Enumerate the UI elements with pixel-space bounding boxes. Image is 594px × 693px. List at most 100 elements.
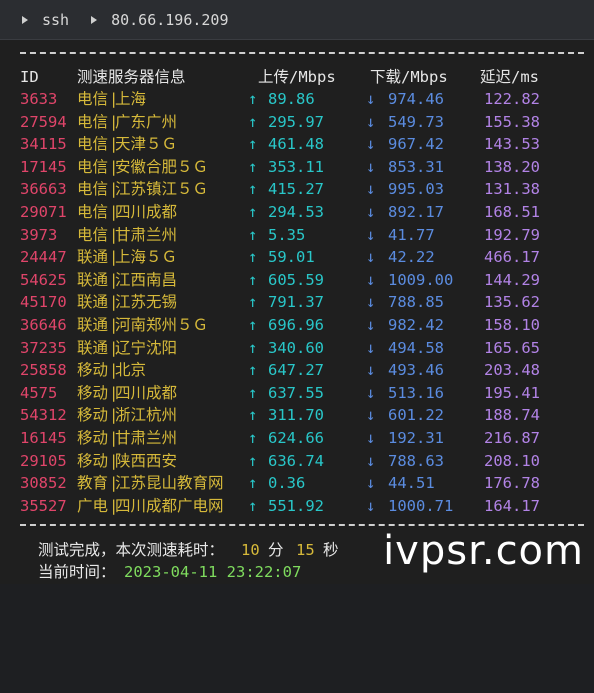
row-download: 1009.00 [388,270,454,289]
down-arrow-icon: ↓ [366,248,376,267]
row-download: 494.58 [388,338,444,357]
summary-seconds: 15 [296,541,315,559]
row-upload: 551.92 [268,496,324,515]
row-isp: 移动 [77,451,109,470]
row-isp: 联通 [77,316,109,334]
terminal-output[interactable]: ID 测速服务器信息 上传/Mbps 下载/Mbps 延迟/ms 3633 电信 |… [0,40,594,584]
row-upload: 89.86 [268,90,315,108]
down-arrow-icon: ↓ [366,270,376,289]
up-arrow-icon: ↑ [248,406,258,425]
header-id: ID [20,68,39,86]
row-latency: 131.38 [484,180,540,199]
row-location: 广东广州 [115,112,178,131]
row-latency: 195.41 [484,383,540,402]
row-location: 浙江杭州 [115,406,178,425]
down-arrow-icon: ↓ [366,157,376,176]
row-isp: 移动 [77,406,109,425]
chevron-right-icon [22,15,28,24]
row-latency: 203.48 [484,361,540,380]
row-location: 安徽合肥５Ｇ [115,157,209,176]
row-isp: 移动 [77,429,109,447]
row-upload: 624.66 [268,429,324,447]
up-arrow-icon: ↑ [248,112,258,131]
down-arrow-icon: ↓ [366,496,376,515]
down-arrow-icon: ↓ [366,316,376,334]
up-arrow-icon: ↑ [248,293,258,312]
down-arrow-icon: ↓ [366,112,376,131]
row-latency: 158.10 [484,316,540,334]
header-upload: 上传/Mbps [258,68,336,86]
up-arrow-icon: ↑ [248,225,258,244]
row-upload: 415.27 [268,180,324,199]
row-id: 36663 [20,180,67,199]
row-isp: 教育 [77,474,109,493]
row-location: 江苏昆山教育网 [115,474,224,493]
row-upload: 0.36 [268,474,306,493]
down-arrow-icon: ↓ [366,474,376,493]
row-id: 17145 [20,157,67,176]
row-location: 江西南昌 [115,270,178,289]
down-arrow-icon: ↓ [366,90,376,108]
row-upload: 59.01 [268,248,315,267]
down-arrow-icon: ↓ [366,293,376,312]
up-arrow-icon: ↑ [248,180,258,199]
row-location: 四川成都 [115,203,178,221]
row-location: 上海 [115,90,147,108]
divider-top [20,52,584,54]
row-download: 601.22 [388,406,444,425]
row-isp: 电信 [77,135,109,154]
tab-ssh[interactable]: ssh [22,11,69,29]
row-isp: 联通 [77,338,109,357]
row-download: 192.31 [388,429,444,447]
tab-label: ssh [42,10,70,29]
watermark-logo: ivpsr.com [383,528,584,574]
row-isp: 移动 [77,361,109,380]
row-latency: 466.17 [484,248,540,267]
row-id: 54312 [20,406,67,425]
row-id: 36646 [20,316,67,334]
header-download: 下载/Mbps [370,68,448,86]
up-arrow-icon: ↑ [248,135,258,154]
terminal-titlebar: ssh 80.66.196.209 [0,0,594,40]
row-isp: 电信 [77,180,109,199]
row-latency: 164.17 [484,496,540,515]
summary-done-line: 测试完成，本次测速耗时： 10 分 15 秒 [0,539,339,561]
row-id: 30852 [20,474,67,493]
time-value: 2023-04-11 23:22:07 [124,563,302,581]
row-id: 29105 [20,451,67,470]
chevron-right-icon [91,15,98,24]
row-latency: 216.87 [484,429,540,447]
row-download: 853.31 [388,157,444,176]
row-id: 35527 [20,496,67,515]
down-arrow-icon: ↓ [366,429,376,447]
row-download: 788.63 [388,451,444,470]
row-download: 1000.71 [388,496,454,515]
row-isp: 电信 [77,157,109,176]
row-id: 3973 [20,225,58,244]
row-id: 27594 [20,112,67,131]
row-id: 3633 [20,90,58,108]
time-label: 当前时间： [38,563,116,581]
row-latency: 138.20 [484,157,540,176]
summary-done-text: 测试完成，本次测速耗时： [38,541,225,559]
row-download: 967.42 [388,135,444,154]
row-location: 辽宁沈阳 [115,338,178,357]
row-id: 45170 [20,293,67,312]
row-upload: 311.70 [268,406,324,425]
row-upload: 647.27 [268,361,324,380]
down-arrow-icon: ↓ [366,451,376,470]
row-isp: 电信 [77,112,109,131]
host-breadcrumb[interactable]: 80.66.196.209 [91,11,229,29]
row-isp: 电信 [77,90,109,108]
row-id: 16145 [20,429,67,447]
down-arrow-icon: ↓ [366,135,376,154]
row-isp: 电信 [77,225,109,244]
down-arrow-icon: ↓ [366,406,376,425]
row-upload: 461.48 [268,135,324,154]
row-id: 4575 [20,383,58,402]
row-id: 54625 [20,270,67,289]
table-header-row: ID 测速服务器信息 上传/Mbps 下载/Mbps 延迟/ms [0,66,539,88]
row-latency: 155.38 [484,112,540,131]
row-location: 四川成都广电网 [115,496,224,515]
down-arrow-icon: ↓ [366,225,376,244]
